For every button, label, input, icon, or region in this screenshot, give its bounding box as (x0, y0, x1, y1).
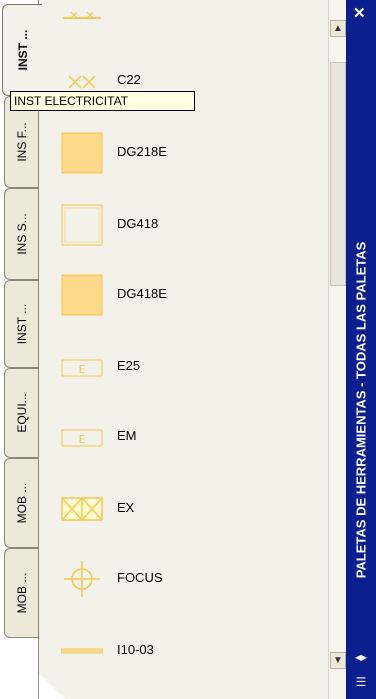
e-box-icon: E (61, 359, 103, 377)
line-icon (61, 648, 103, 654)
close-icon[interactable]: ✕ (353, 4, 366, 22)
tab-label: MOB ... (14, 572, 29, 614)
scroll-down-button[interactable]: ▼ (330, 652, 346, 669)
e-glyph: E (79, 433, 86, 446)
tab-label: INS F... (14, 122, 29, 162)
tool-item-ex[interactable]: EX (61, 482, 321, 538)
tab-tooltip: INST ELECTRICITAT (10, 91, 195, 111)
tool-item-e25[interactable]: E E25 (61, 340, 321, 396)
double-x-icon (61, 497, 103, 521)
tool-label: EX (117, 500, 135, 515)
tab-label: INST ... (15, 29, 30, 71)
palette-title: PALETAS DE HERRAMIENTAS - TODAS LAS PALE… (353, 241, 369, 579)
chevron-down-icon: ▼ (333, 655, 343, 666)
tab-label: MOB ... (14, 482, 29, 524)
tool-label: C22 (117, 72, 141, 87)
partial-icon (63, 11, 101, 19)
crosshair-icon (64, 561, 100, 597)
tool-label: E25 (117, 358, 141, 373)
tool-label: FOCUS (117, 570, 163, 585)
tool-item-dg418[interactable]: DG418 (61, 198, 321, 254)
scroll-thumb[interactable] (330, 62, 346, 286)
tab-label: INS S... (14, 213, 29, 255)
tab-ins-s[interactable]: INS S... (4, 188, 38, 280)
tab-mob-2[interactable]: MOB ... (4, 548, 38, 638)
chevron-up-icon: ▲ (333, 23, 343, 34)
tool-item-dg218e[interactable]: DG218E (61, 126, 321, 182)
tool-item-focus[interactable]: FOCUS (61, 552, 321, 608)
tab-label: INST ... (14, 303, 29, 345)
filled-square-icon (61, 132, 103, 174)
palette-titlebar[interactable]: ✕ PALETAS DE HERRAMIENTAS - TODAS LAS PA… (346, 0, 376, 699)
scroll-up-button[interactable]: ▲ (330, 20, 346, 37)
tool-item-dg418e[interactable]: DG418E (61, 268, 321, 324)
vertical-scrollbar[interactable]: ▲ ▼ (328, 0, 347, 699)
tab-equi[interactable]: EQUI... (4, 368, 38, 458)
tool-label: DG218E (117, 144, 167, 159)
tab-label: EQUI... (14, 393, 29, 433)
tab-mob-1[interactable]: MOB ... (4, 458, 38, 548)
panel-corner (39, 673, 65, 699)
tab-inst[interactable]: INST ... (4, 280, 38, 368)
tool-label: DG418 (117, 216, 159, 231)
outline-square-icon (61, 204, 103, 246)
tab-inst-electricitat[interactable]: INST ... (2, 4, 42, 96)
e-box-icon: E (61, 429, 103, 447)
filled-square-icon (61, 274, 103, 316)
tool-item-em[interactable]: E EM (61, 410, 321, 466)
tool-item-i10-03[interactable]: I10-03 (61, 624, 321, 680)
tool-label: DG418E (117, 286, 167, 301)
properties-menu-icon[interactable]: ☰ (352, 675, 370, 691)
tool-label: I10-03 (117, 642, 154, 657)
e-glyph: E (79, 363, 86, 376)
auto-hide-icon[interactable]: ◂▸ (352, 650, 370, 666)
tool-label: EM (117, 428, 137, 443)
